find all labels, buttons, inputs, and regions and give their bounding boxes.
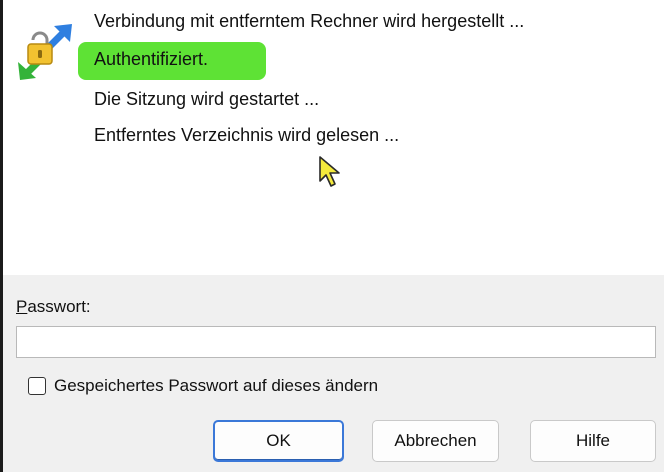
password-input[interactable]	[16, 326, 656, 358]
status-reading-directory: Entferntes Verzeichnis wird gelesen ...	[94, 125, 400, 145]
mouse-pointer-icon	[319, 156, 340, 187]
status-authenticated: Authentifiziert.	[94, 49, 209, 69]
cancel-button[interactable]: Abbrechen	[372, 420, 499, 462]
help-button[interactable]: Hilfe	[530, 420, 656, 462]
change-saved-password-checkbox[interactable]	[28, 377, 46, 395]
password-access-key: P	[16, 297, 28, 316]
change-saved-password-label[interactable]: Gespeichertes Passwort auf dieses ändern	[54, 376, 378, 396]
status-session-starting: Die Sitzung wird gestartet ...	[94, 89, 320, 109]
password-label: Passwort:	[16, 297, 91, 317]
password-label-text: asswort:	[27, 297, 91, 316]
status-connecting: Verbindung mit entferntem Rechner wird h…	[94, 11, 525, 31]
ok-button[interactable]: OK	[213, 420, 344, 462]
connection-lock-icon	[18, 24, 72, 80]
